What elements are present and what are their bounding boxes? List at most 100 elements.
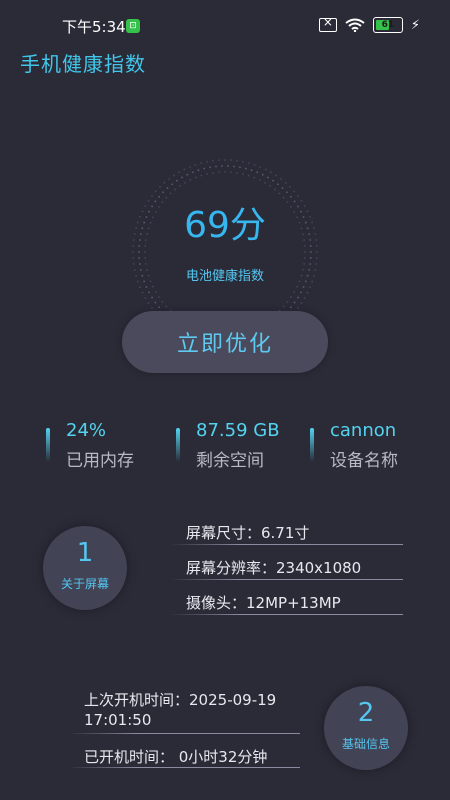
divider (68, 767, 300, 768)
section-title: 基础信息 (341, 737, 390, 751)
optimize-now-button[interactable]: 立即优化 (122, 311, 328, 373)
gauge-dot (148, 291, 150, 294)
gauge-dot (200, 162, 203, 165)
gauge-dot (270, 171, 272, 174)
gauge-dot (256, 171, 259, 174)
gauge-dot (141, 291, 144, 294)
stat-indicator (176, 428, 180, 462)
stat-label: 剩余空间 (196, 451, 264, 471)
gauge-dot (144, 257, 147, 259)
screen-size-row: 屏幕尺寸：6.71寸 (186, 524, 310, 542)
health-score-label: 电池健康指数 (185, 269, 264, 284)
gauge-dot (296, 285, 298, 288)
gauge-dot (169, 192, 172, 195)
gauge-dot (277, 183, 279, 186)
gauge-dot (297, 296, 299, 299)
gauge-dot (184, 181, 186, 184)
stat-indicator (310, 428, 314, 462)
gauge-dot (310, 251, 312, 253)
gauge-dot (191, 171, 194, 174)
gauge-dot (304, 251, 306, 253)
gauge-dot (253, 176, 256, 179)
gauge-dot (250, 169, 253, 172)
gauge-dot (154, 301, 157, 304)
gauge-dot (259, 166, 262, 168)
gauge-dot (138, 251, 140, 253)
section-number: 2 (357, 698, 375, 728)
health-score: 69分 (184, 205, 266, 246)
gauge-dot (161, 300, 164, 303)
divider (170, 614, 403, 615)
gauge-dot (139, 286, 141, 289)
gauge-dot (300, 291, 302, 294)
basic-info-badge: 2 基础信息 (324, 686, 408, 770)
section-number: 1 (76, 538, 94, 568)
gauge-dot (253, 163, 256, 166)
battery-level: 61 (381, 20, 395, 30)
gauge-dot (230, 159, 232, 162)
page-title: 手机健康指数 (20, 52, 146, 76)
gauge-dot (289, 186, 291, 188)
last-boot-date: 2025-09-19 (189, 691, 277, 709)
gauge-dot (247, 162, 250, 165)
gauge-dot (221, 165, 223, 167)
gauge-dot (194, 163, 197, 166)
gauge-dot (297, 307, 299, 309)
stat-indicator (46, 428, 50, 462)
gauge-dot (293, 190, 296, 193)
gauge-dot (189, 179, 192, 181)
gauge-dot (278, 192, 281, 195)
gauge-dot (267, 176, 269, 179)
gauge-dot (200, 174, 203, 177)
gauge-dot (302, 286, 305, 288)
gauge-dot (162, 191, 165, 194)
gauge-dot (293, 301, 296, 304)
stat-label: 已用内存 (66, 451, 134, 471)
gauge-dot (230, 171, 232, 174)
gauge-dot (152, 285, 154, 288)
gauge-dot (138, 257, 141, 259)
uptime-row: 已开机时间： 0小时32分钟 (84, 748, 268, 766)
gauge-dot (272, 179, 274, 182)
gauge-dot (242, 160, 244, 163)
gauge-dot (166, 187, 169, 189)
divider (170, 544, 403, 545)
gauge-dot (227, 165, 229, 167)
gauge-dot (209, 166, 211, 169)
stat-value: 24% (66, 420, 107, 441)
no-sim-icon (318, 15, 337, 32)
stat-label: 设备名称 (330, 451, 398, 471)
gauge-dot (172, 174, 175, 177)
gauge-dot (215, 165, 217, 168)
screen-info-badge: 1 关于屏幕 (43, 526, 127, 610)
gauge-dot (158, 296, 160, 298)
gauge-dot (281, 187, 284, 189)
gauge-dot (275, 174, 278, 177)
gauge-dot (244, 167, 247, 170)
gauge-dot (309, 286, 311, 289)
gauge-dot (247, 174, 250, 177)
app-notification-icon: ⊡ (126, 19, 140, 33)
gauge-dot (144, 251, 146, 253)
gauge-dot (316, 251, 318, 253)
gauge-dot (218, 171, 220, 174)
gauge-dot (176, 179, 178, 182)
gauge-dot (145, 286, 148, 288)
battery-icon: 61 (372, 17, 403, 33)
status-icons: 61 ⚡ (318, 15, 420, 33)
gauge-dot (183, 168, 186, 171)
gauge-dot (168, 178, 170, 180)
gauge-dot (236, 171, 238, 174)
divider (170, 579, 403, 580)
gauge-dot (273, 188, 276, 191)
gauge-dot (197, 169, 200, 172)
gauge-dot (264, 168, 267, 171)
gauge-dot (269, 185, 271, 187)
gauge-dot (284, 181, 287, 184)
gauge-dot (154, 190, 157, 193)
gauge-dot (289, 306, 292, 309)
camera-row: 摄像头：12MP+13MP (186, 594, 341, 612)
gauge-dot (212, 171, 214, 174)
stat-value: 87.59 GB (196, 420, 280, 441)
gauge-dot (224, 171, 226, 173)
